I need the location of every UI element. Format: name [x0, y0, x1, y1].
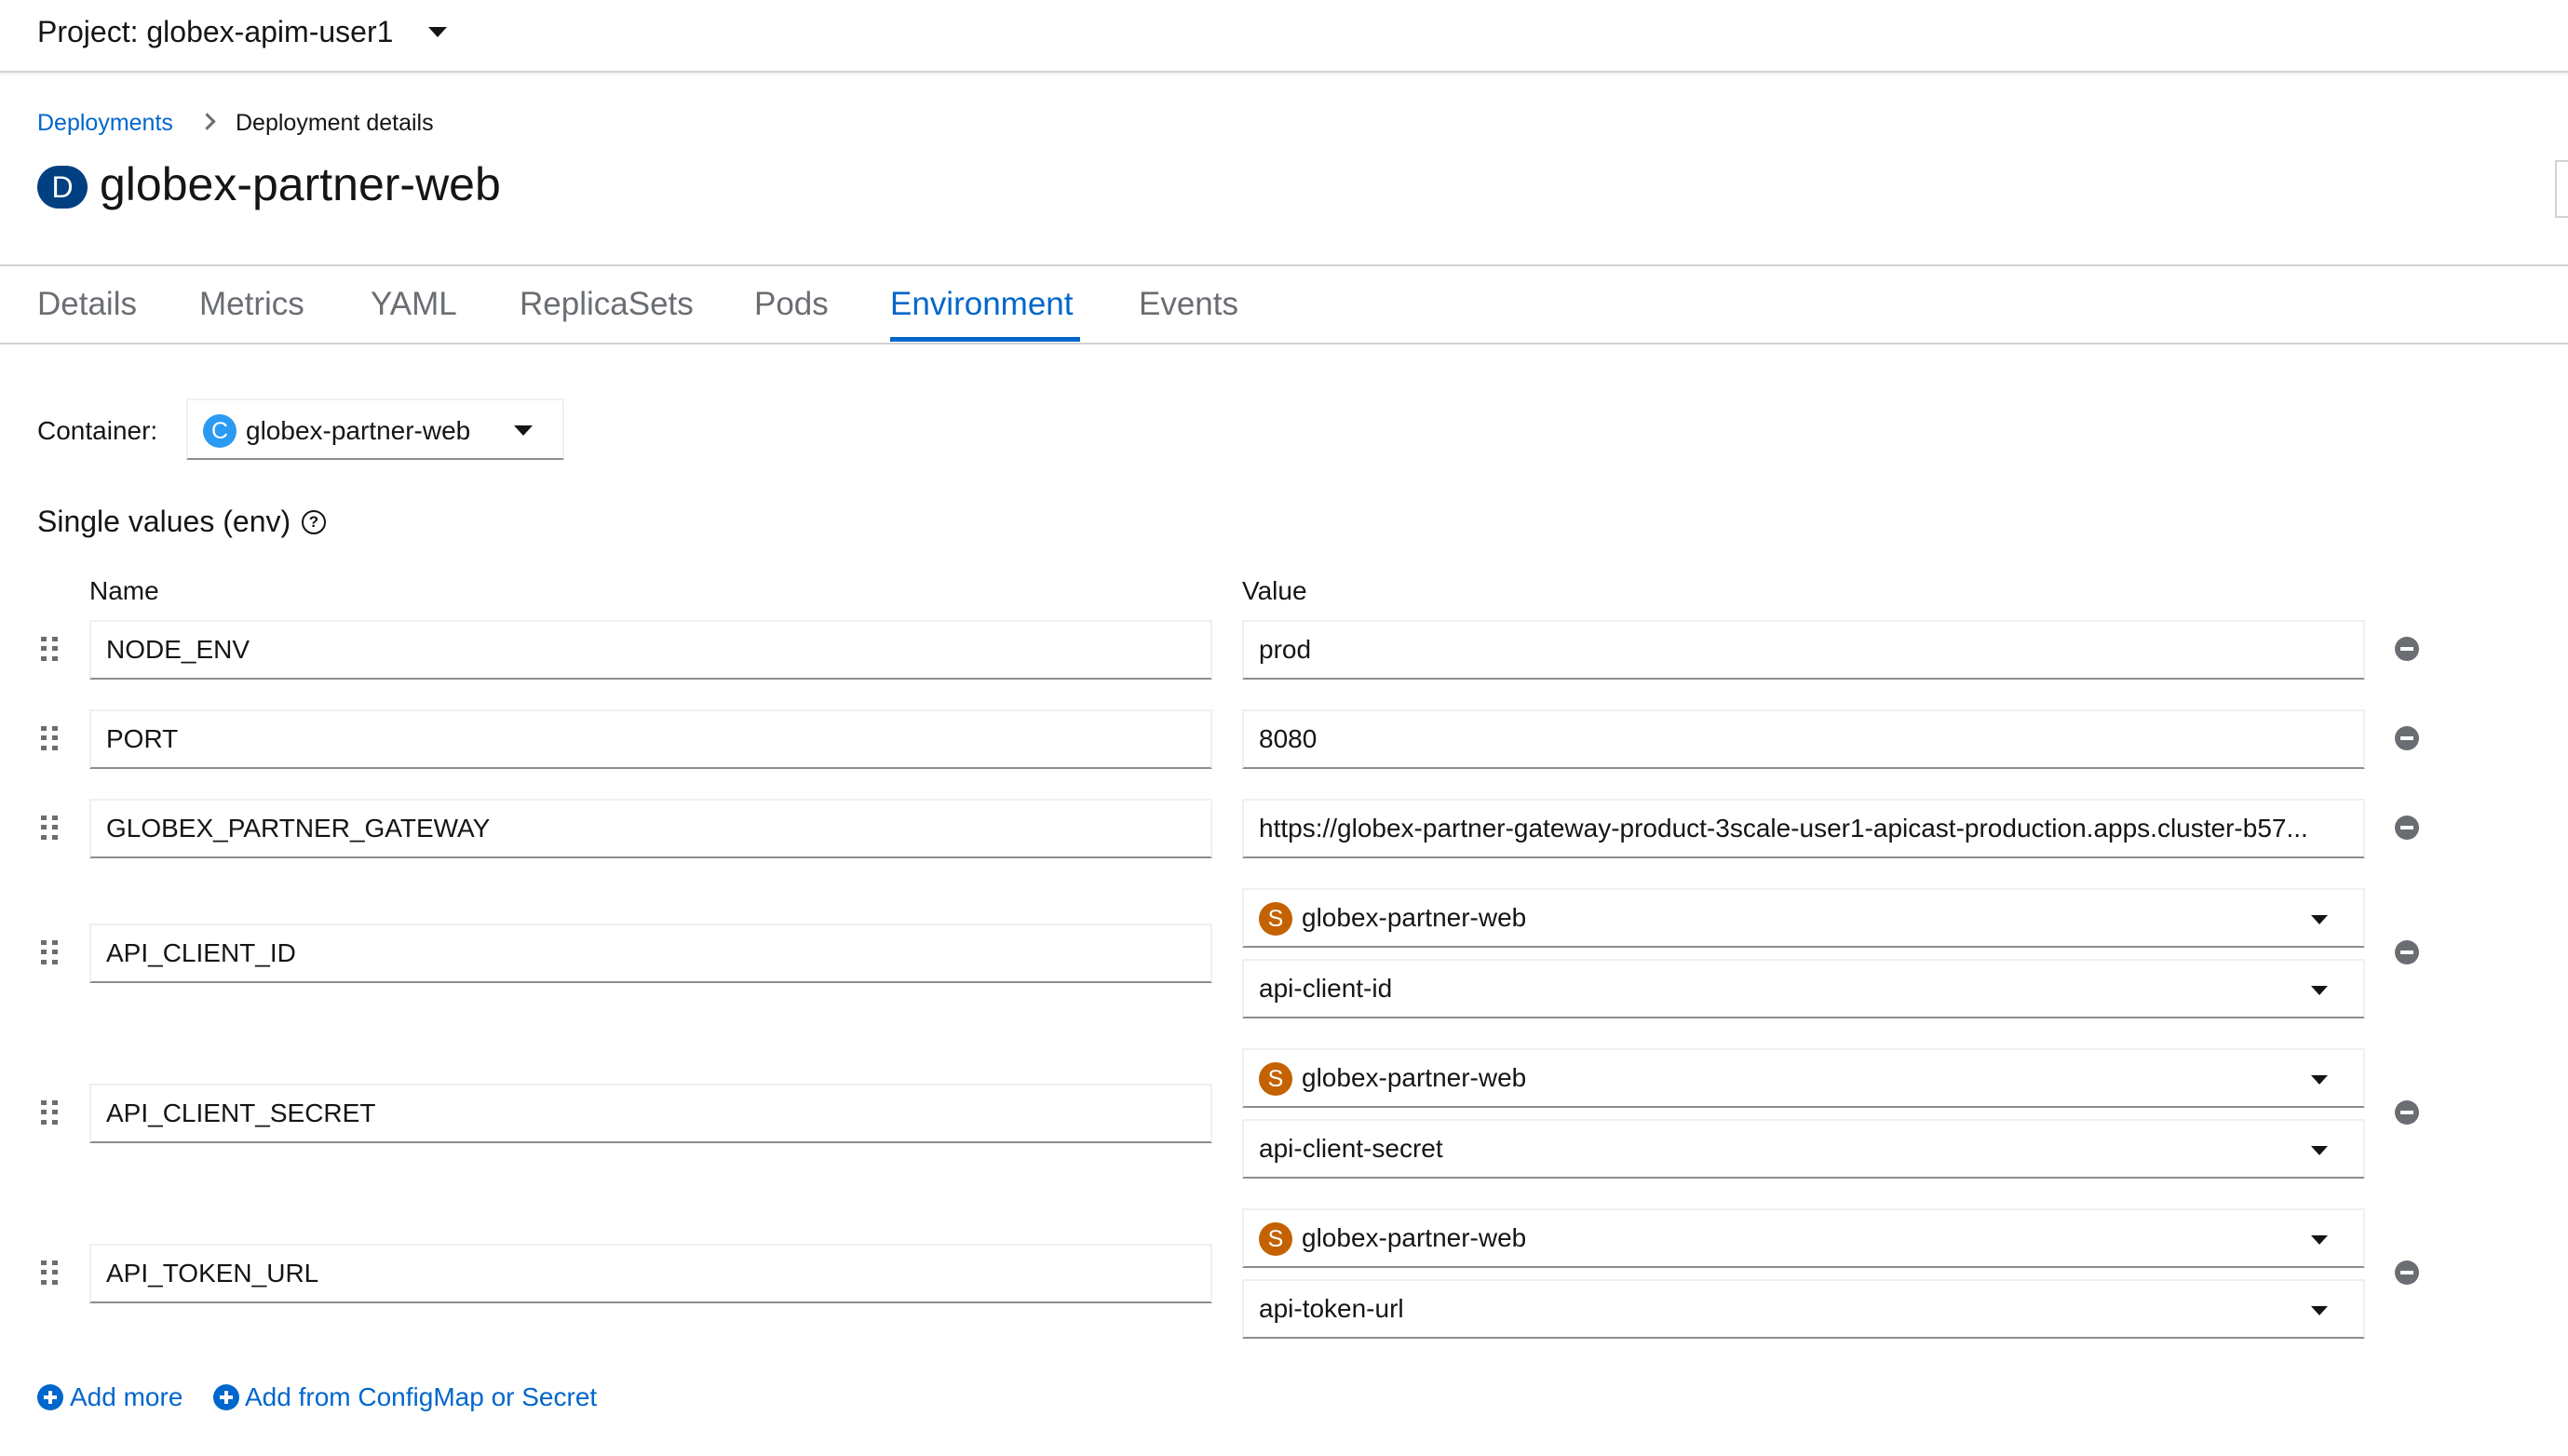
remove-row-icon[interactable]: [2395, 816, 2419, 840]
secret-select-value: globex-partner-web: [1302, 903, 1527, 932]
dropdown-caret-icon: [2311, 1146, 2328, 1155]
secret-select-value: globex-partner-web: [1302, 1063, 1527, 1092]
secret-select[interactable]: S globex-partner-web: [1242, 1208, 2365, 1268]
tab-replicasets[interactable]: ReplicaSets: [520, 281, 694, 328]
dropdown-caret-icon: [2311, 915, 2328, 924]
drag-handle-icon[interactable]: [41, 726, 61, 750]
tab-yaml[interactable]: YAML: [371, 281, 457, 328]
column-header-name: Name: [89, 576, 159, 605]
deployment-resource-badge: D: [37, 166, 88, 209]
container-select-value[interactable]: globex-partner-web: [246, 415, 470, 447]
container-badge-icon: C: [203, 414, 237, 448]
secret-select-value: globex-partner-web: [1302, 1223, 1527, 1252]
dropdown-caret-icon: [2311, 1306, 2328, 1315]
page-title: globex-partner-web: [100, 158, 501, 210]
secret-select[interactable]: S globex-partner-web: [1242, 888, 2365, 948]
breadcrumb-deployments-link[interactable]: Deployments: [37, 110, 173, 136]
breadcrumb-chevron-right-icon: [198, 113, 216, 130]
container-label: Container:: [37, 416, 158, 445]
add-from-configmap-or-secret-button[interactable]: Add from ConfigMap or Secret: [245, 1382, 597, 1413]
remove-row-icon[interactable]: [2395, 940, 2419, 964]
secret-badge-icon: S: [1259, 1062, 1292, 1096]
container-dropdown-caret-icon[interactable]: [514, 425, 533, 436]
remove-row-icon[interactable]: [2395, 726, 2419, 750]
dropdown-caret-icon: [2311, 1075, 2328, 1085]
drag-handle-icon[interactable]: [41, 1100, 61, 1125]
project-dropdown-caret-icon[interactable]: [428, 27, 447, 37]
env-name-input[interactable]: API_CLIENT_SECRET: [89, 1084, 1212, 1143]
tab-environment[interactable]: Environment: [890, 281, 1073, 328]
secret-badge-icon: S: [1259, 902, 1292, 936]
drag-handle-icon[interactable]: [41, 1261, 61, 1285]
env-value-input[interactable]: 8080: [1242, 709, 2365, 769]
breadcrumb-current: Deployment details: [236, 110, 434, 136]
env-name-input[interactable]: PORT: [89, 709, 1212, 769]
env-value-input[interactable]: https://globex-partner-gateway-product-3…: [1242, 799, 2365, 858]
tabs-divider-top: [0, 264, 2568, 266]
project-selector-label[interactable]: Project: globex-apim-user1: [37, 13, 393, 50]
env-name-input[interactable]: GLOBEX_PARTNER_GATEWAY: [89, 799, 1212, 858]
env-name-input[interactable]: NODE_ENV: [89, 620, 1212, 680]
tabs-divider-bottom: [0, 343, 2568, 344]
add-from-plus-icon[interactable]: [213, 1384, 239, 1410]
remove-row-icon[interactable]: [2395, 1261, 2419, 1285]
active-tab-indicator: [890, 337, 1080, 342]
drag-handle-icon[interactable]: [41, 637, 61, 661]
section-title: Single values (env): [37, 505, 291, 538]
tab-details[interactable]: Details: [37, 281, 137, 328]
secret-select[interactable]: S globex-partner-web: [1242, 1048, 2365, 1108]
add-more-button[interactable]: Add more: [70, 1382, 182, 1413]
remove-row-icon[interactable]: [2395, 637, 2419, 661]
secret-key-select[interactable]: api-token-url: [1242, 1279, 2365, 1339]
dropdown-caret-icon: [2311, 986, 2328, 995]
drag-handle-icon[interactable]: [41, 816, 61, 840]
remove-row-icon[interactable]: [2395, 1100, 2419, 1125]
secret-key-select[interactable]: api-client-secret: [1242, 1119, 2365, 1179]
env-value-input[interactable]: prod: [1242, 620, 2365, 680]
secret-key-value: api-client-id: [1259, 974, 1393, 1003]
column-header-value: Value: [1242, 576, 1307, 605]
tab-pods[interactable]: Pods: [754, 281, 829, 328]
help-icon[interactable]: ?: [302, 510, 326, 534]
tab-events[interactable]: Events: [1139, 281, 1238, 328]
breadcrumb: Deployments: [37, 108, 173, 138]
actions-menu-edge[interactable]: [2555, 160, 2568, 218]
secret-key-select[interactable]: api-client-id: [1242, 959, 2365, 1018]
env-name-input[interactable]: API_TOKEN_URL: [89, 1244, 1212, 1303]
env-name-input[interactable]: API_CLIENT_ID: [89, 923, 1212, 983]
secret-key-value: api-token-url: [1259, 1294, 1404, 1323]
add-more-plus-icon[interactable]: [37, 1384, 63, 1410]
project-bar: Project: globex-apim-user1: [0, 0, 2568, 73]
secret-badge-icon: S: [1259, 1222, 1292, 1256]
dropdown-caret-icon: [2311, 1235, 2328, 1245]
secret-key-value: api-client-secret: [1259, 1134, 1443, 1163]
tab-metrics[interactable]: Metrics: [199, 281, 304, 328]
drag-handle-icon[interactable]: [41, 940, 61, 964]
